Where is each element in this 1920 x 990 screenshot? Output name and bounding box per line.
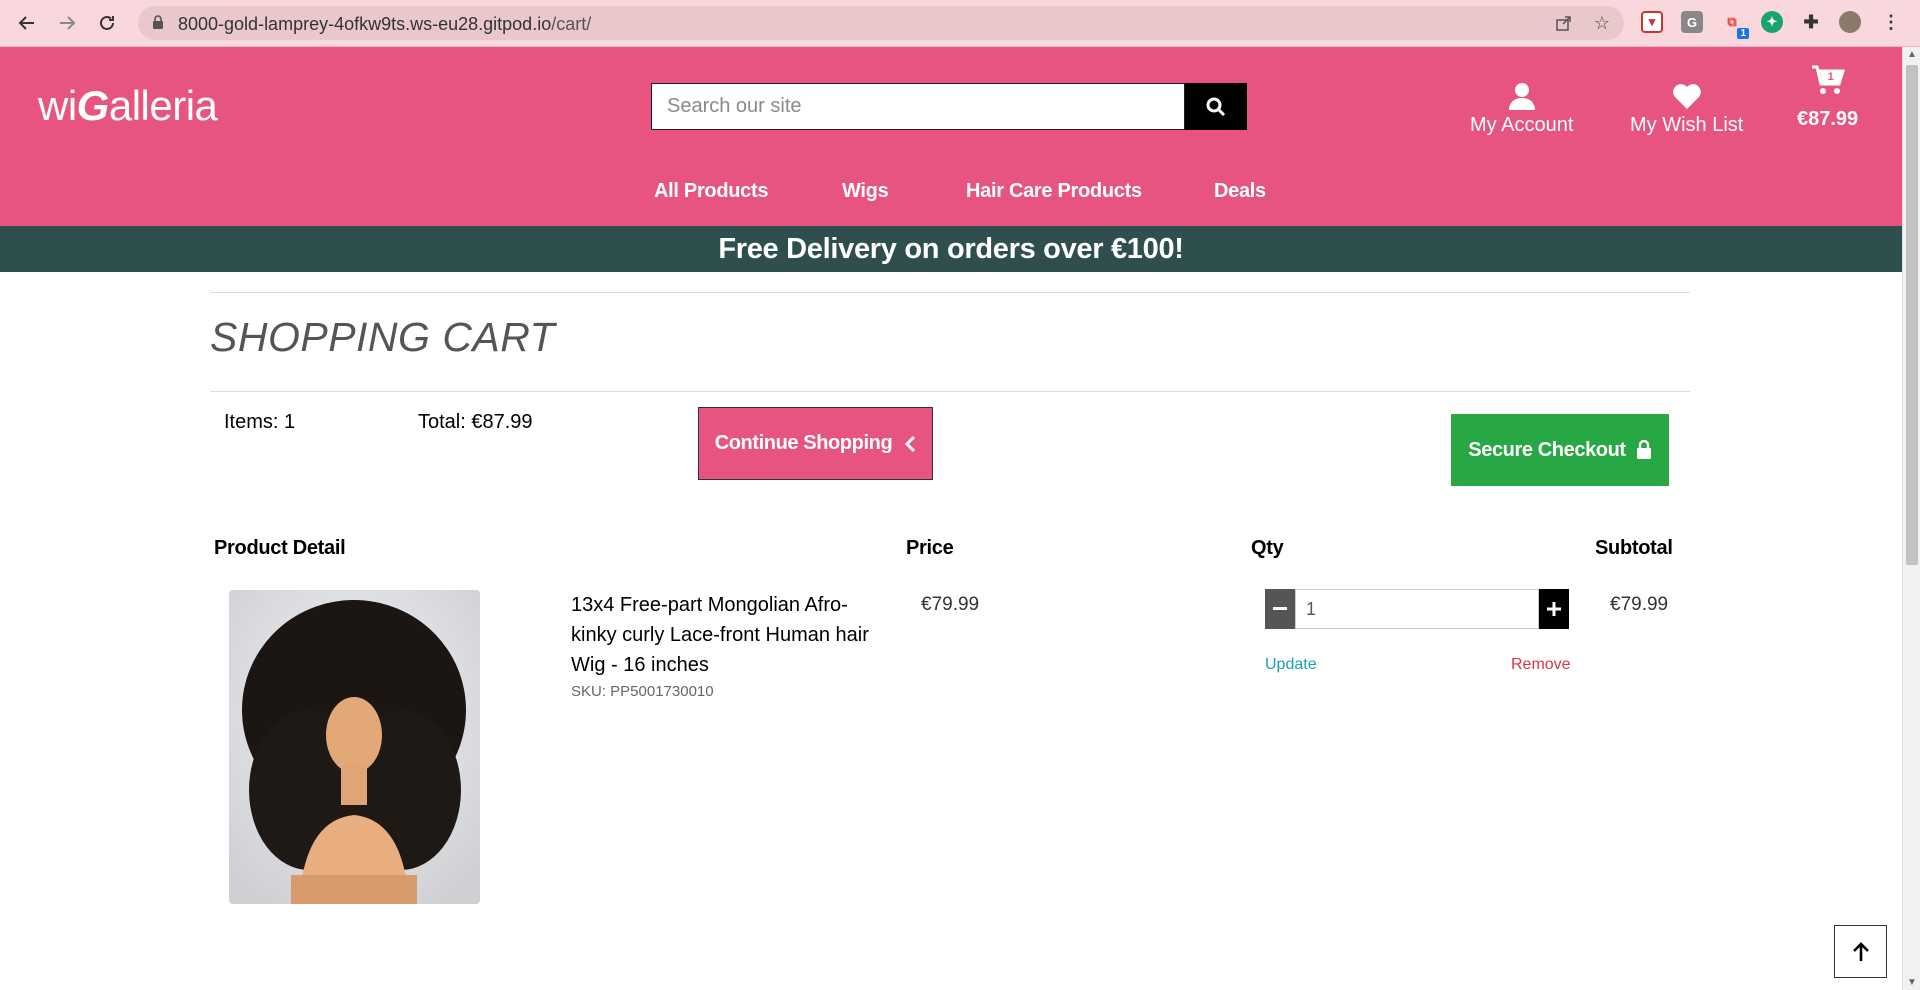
- search-input[interactable]: [651, 83, 1185, 130]
- my-account-label: My Account: [1470, 114, 1574, 136]
- delivery-banner: Free Delivery on orders over €100!: [0, 226, 1902, 272]
- cart-link[interactable]: 1 €87.99: [1797, 65, 1858, 131]
- site-logo[interactable]: wiGalleria: [38, 82, 218, 130]
- scroll-down-icon[interactable]: ▼: [1907, 977, 1917, 988]
- back-to-top-button[interactable]: [1834, 925, 1887, 978]
- cart-total: €87.99: [1797, 108, 1859, 130]
- extension-shield-icon[interactable]: ▾: [1641, 11, 1663, 33]
- puzzle-icon[interactable]: ✚: [1800, 11, 1822, 33]
- increment-qty-button[interactable]: [1539, 589, 1569, 629]
- quantity-input[interactable]: [1295, 589, 1539, 629]
- product-name[interactable]: 13x4 Free-part Mongolian Afro-kinky curl…: [571, 590, 881, 680]
- cart-count-badge: 1: [1827, 71, 1834, 83]
- secure-checkout-label: Secure Checkout: [1468, 438, 1626, 461]
- extension-badge: 1: [1737, 28, 1749, 39]
- column-header-qty: Qty: [1251, 537, 1284, 559]
- extension-guard-icon[interactable]: ✦: [1761, 11, 1783, 33]
- logo-text-end: alleria: [108, 82, 218, 129]
- line-subtotal: €79.99: [1610, 594, 1669, 615]
- nav-all-products[interactable]: All Products: [654, 180, 769, 203]
- cart-items-count: Items: 1: [224, 411, 296, 433]
- continue-shopping-label: Continue Shopping: [714, 432, 893, 454]
- scrollbar-thumb[interactable]: [1906, 65, 1918, 565]
- my-wishlist-label: My Wish List: [1630, 114, 1744, 136]
- chevron-left-icon: [905, 435, 916, 452]
- site-header: wiGalleria My Account My Wish List 1 €87…: [0, 47, 1902, 226]
- share-icon[interactable]: [1554, 13, 1574, 33]
- heart-icon: [1672, 84, 1701, 109]
- nav-wigs[interactable]: Wigs: [842, 180, 889, 203]
- my-wishlist-link[interactable]: My Wish List: [1630, 82, 1743, 137]
- column-header-subtotal: Subtotal: [1595, 537, 1673, 559]
- column-header-product-detail: Product Detail: [214, 537, 346, 559]
- remove-link[interactable]: Remove: [1511, 656, 1571, 674]
- main-navigation: All Products Wigs Hair Care Products Dea…: [0, 180, 1902, 210]
- minus-icon: [1273, 607, 1287, 610]
- extension-network-icon[interactable]: ⧉ 1: [1721, 11, 1749, 39]
- nav-deals[interactable]: Deals: [1214, 180, 1266, 203]
- quantity-stepper: [1265, 589, 1569, 629]
- lock-icon: [153, 15, 163, 29]
- search-button[interactable]: [1185, 83, 1247, 130]
- star-icon[interactable]: ☆: [1592, 13, 1612, 33]
- search-form: [651, 83, 1247, 130]
- page-scrollbar[interactable]: ▲ ▼: [1902, 47, 1920, 990]
- back-icon[interactable]: [14, 10, 40, 36]
- logo-text-start: wi: [38, 82, 77, 129]
- nav-hair-care-products[interactable]: Hair Care Products: [966, 180, 1142, 203]
- continue-shopping-button[interactable]: Continue Shopping: [698, 407, 933, 480]
- arrow-up-icon: [1852, 941, 1869, 961]
- product-image[interactable]: [229, 590, 480, 904]
- menu-icon[interactable]: ⋮: [1880, 11, 1902, 33]
- reload-icon[interactable]: [94, 10, 120, 36]
- browser-toolbar: 8000-gold-lamprey-4ofkw9ts.ws-eu28.gitpo…: [0, 0, 1920, 47]
- delivery-banner-text: Free Delivery on orders over €100!: [718, 232, 1184, 265]
- update-link[interactable]: Update: [1265, 656, 1317, 674]
- cart-icon: 1: [1811, 65, 1845, 95]
- logo-text-g: G: [76, 82, 110, 129]
- scroll-up-icon[interactable]: ▲: [1907, 49, 1917, 60]
- search-icon: [1206, 97, 1226, 116]
- user-icon: [1508, 83, 1535, 110]
- secure-checkout-button[interactable]: Secure Checkout: [1451, 414, 1669, 486]
- lock-icon: [1636, 440, 1651, 459]
- plus-icon: [1547, 602, 1561, 616]
- product-sku: SKU: PP5001730010: [571, 683, 714, 700]
- decrement-qty-button[interactable]: [1265, 589, 1295, 629]
- divider: [210, 391, 1690, 392]
- product-price: €79.99: [921, 594, 980, 615]
- avatar[interactable]: [1839, 11, 1861, 33]
- divider: [210, 292, 1690, 293]
- forward-icon[interactable]: [54, 10, 80, 36]
- my-account-link[interactable]: My Account: [1470, 82, 1573, 137]
- url-text: 8000-gold-lamprey-4ofkw9ts.ws-eu28.gitpo…: [178, 14, 592, 34]
- cart-total-summary: Total: €87.99: [418, 411, 533, 433]
- column-header-price: Price: [906, 537, 954, 559]
- address-bar[interactable]: 8000-gold-lamprey-4ofkw9ts.ws-eu28.gitpo…: [138, 6, 1624, 40]
- page-title: SHOPPING CART: [210, 314, 556, 360]
- extension-g-icon[interactable]: G: [1681, 11, 1703, 33]
